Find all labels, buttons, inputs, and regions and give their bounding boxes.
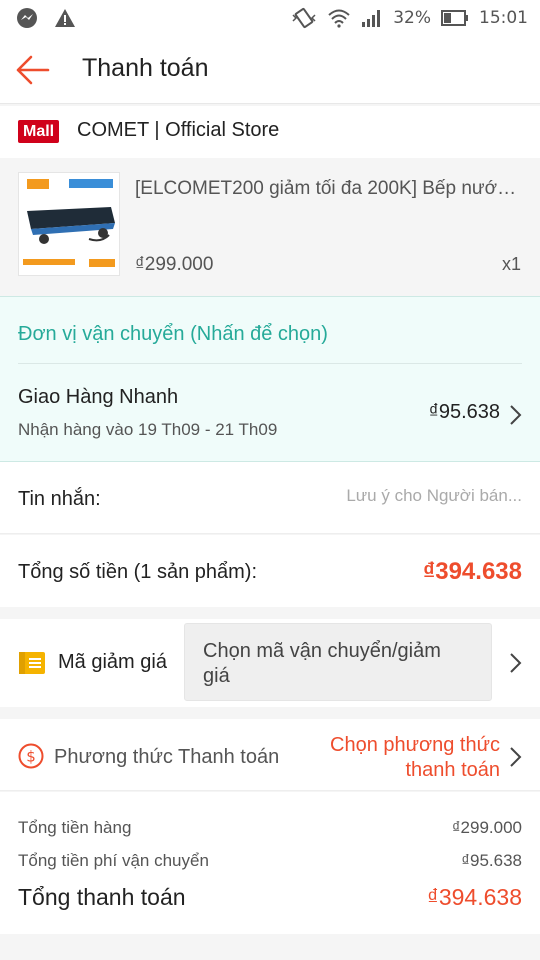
warning-icon — [55, 9, 75, 27]
shipping-subtotal-value: ₫95.638 — [461, 851, 522, 870]
shipping-section[interactable]: Đơn vị vận chuyển (Nhấn để chọn) Giao Hà… — [0, 296, 540, 462]
shipping-title: Đơn vị vận chuyển (Nhấn để chọn) — [18, 323, 328, 345]
voucher-row[interactable]: Mã giảm giá Chọn mã vận chuyển/giảm giá — [0, 619, 540, 707]
battery-icon — [441, 10, 468, 26]
product-item[interactable]: [ELCOMET200 giảm tối đa 200K] Bếp nướng … — [0, 158, 540, 296]
vibrate-icon — [292, 7, 316, 29]
clock: 15:01 — [479, 8, 528, 28]
signal-icon — [362, 10, 381, 27]
wifi-icon — [328, 9, 350, 28]
summary-shipping-row: Tổng tiền phí vận chuyển ₫95.638 — [18, 851, 522, 871]
chevron-right-icon — [510, 653, 522, 673]
battery-percent: 32% — [393, 8, 431, 28]
page-title: Thanh toán — [82, 54, 209, 82]
voucher-select-box[interactable]: Chọn mã vận chuyển/giảm giá — [184, 623, 492, 701]
shipping-fee: ₫95.638 — [428, 401, 500, 423]
back-arrow-icon[interactable] — [14, 52, 54, 88]
product-thumbnail — [18, 172, 120, 276]
chevron-right-icon — [510, 405, 522, 425]
payment-summary: Tổng tiền hàng ₫299.000 Tổng tiền phí vậ… — [0, 792, 540, 934]
product-price: ₫299.000 — [135, 254, 214, 275]
payment-method-label: Phương thức Thanh toán — [54, 746, 280, 768]
app-header: Thanh toán — [0, 36, 540, 104]
svg-text:$: $ — [26, 748, 36, 766]
payment-method-value: Chọn phương thức thanh toán — [330, 734, 500, 781]
order-total-value: ₫394.638 — [422, 558, 522, 585]
shop-name: COMET | Official Store — [77, 119, 280, 141]
mall-badge: Mall — [18, 120, 60, 143]
payment-method-row[interactable]: $ Phương thức Thanh toán Chọn phương thứ… — [0, 719, 540, 791]
summary-merchandise-row: Tổng tiền hàng ₫299.000 — [18, 818, 522, 838]
product-quantity: x1 — [501, 254, 521, 274]
divider — [18, 363, 522, 364]
shipping-carrier: Giao Hàng Nhanh — [18, 386, 179, 408]
messenger-icon — [17, 8, 37, 28]
shop-row[interactable]: Mall COMET | Official Store — [0, 106, 540, 158]
dollar-circle-icon: $ — [18, 743, 44, 769]
message-row: Tin nhắn: — [0, 462, 540, 534]
total-payment-value: ₫394.638 — [427, 884, 522, 910]
message-input[interactable] — [222, 486, 522, 506]
voucher-ticket-icon — [19, 652, 45, 674]
merchandise-subtotal-value: ₫299.000 — [451, 818, 522, 837]
shipping-subtotal-label: Tổng tiền phí vận chuyển — [18, 851, 209, 870]
summary-total-row: Tổng thanh toán ₫394.638 — [18, 884, 522, 911]
shipping-delivery-date: Nhận hàng vào 19 Th09 - 21 Th09 — [18, 420, 278, 439]
total-payment-label: Tổng thanh toán — [18, 884, 186, 910]
status-bar: 32% 15:01 — [0, 0, 540, 36]
product-name: [ELCOMET200 giảm tối đa 200K] Bếp nướng … — [135, 178, 520, 199]
merchandise-subtotal-label: Tổng tiền hàng — [18, 818, 132, 837]
order-total-label: Tổng số tiền (1 sản phẩm): — [18, 561, 258, 583]
voucher-label: Mã giảm giá — [58, 651, 167, 673]
grill-image — [19, 173, 119, 275]
chevron-right-icon — [510, 747, 522, 767]
message-label: Tin nhắn: — [18, 488, 101, 510]
order-total-row: Tổng số tiền (1 sản phẩm): ₫394.638 — [0, 535, 540, 607]
